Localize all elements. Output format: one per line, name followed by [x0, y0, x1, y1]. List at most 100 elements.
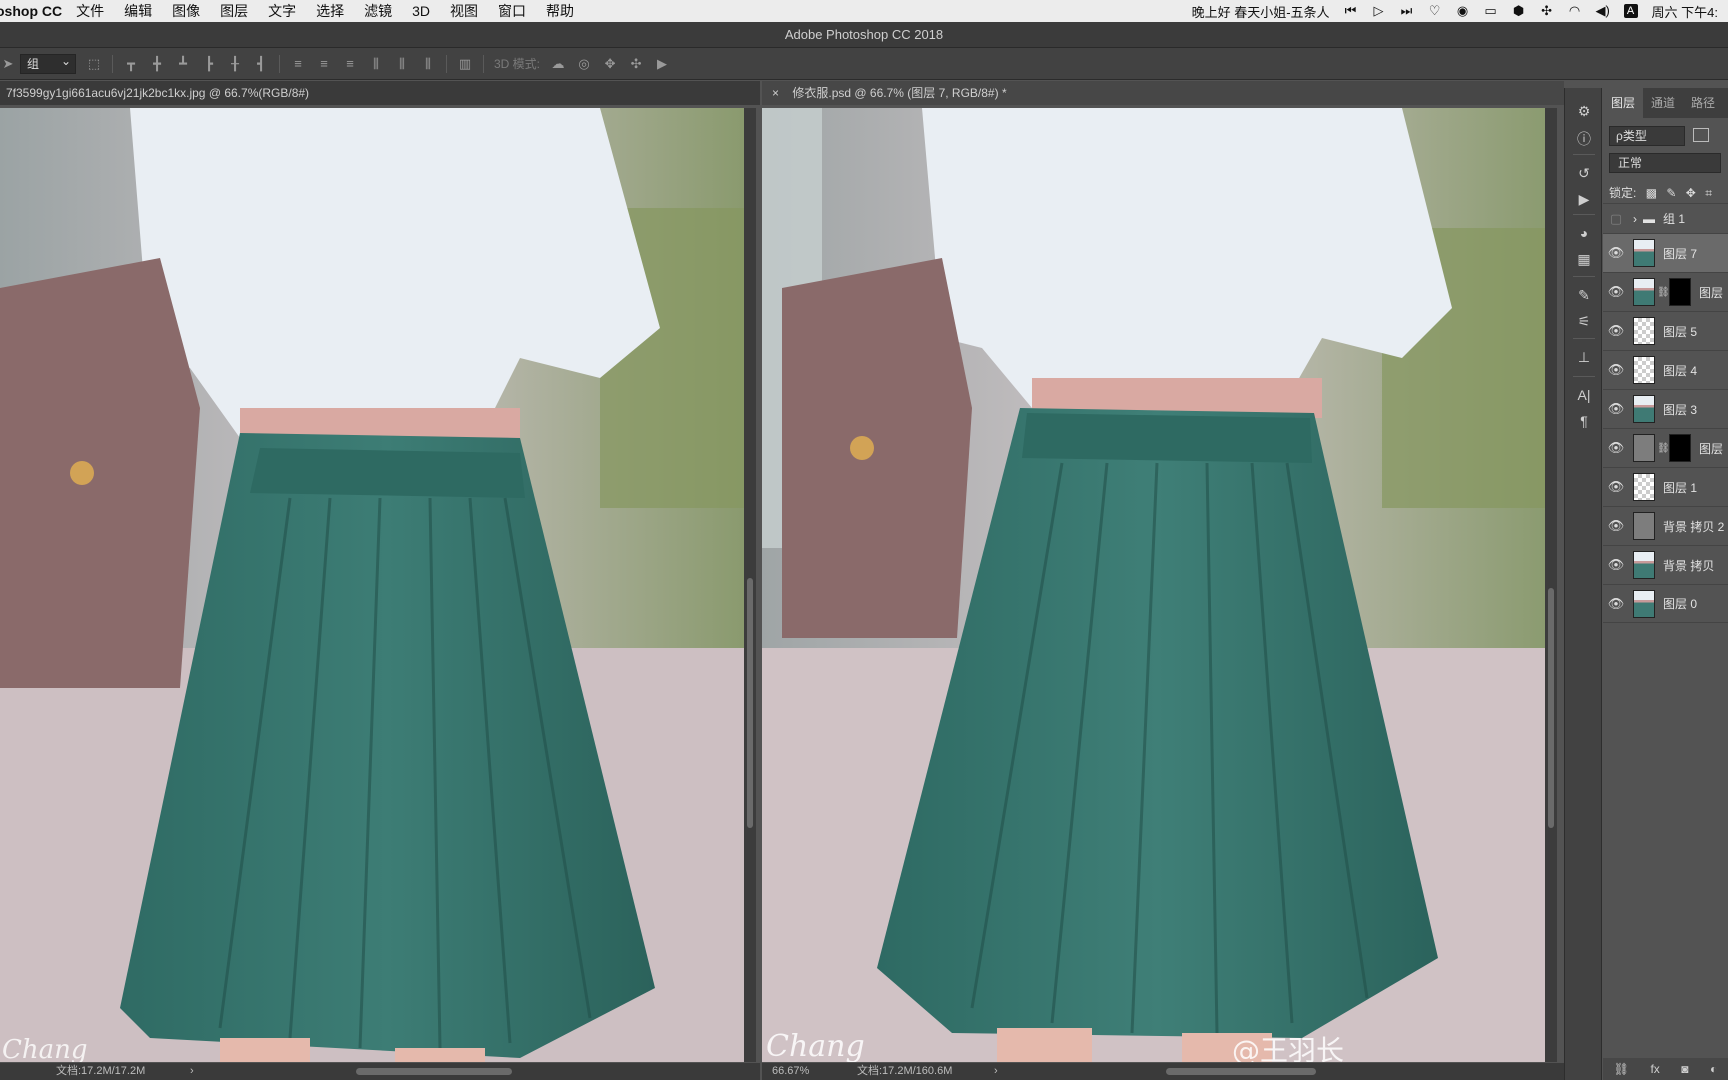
- character-icon[interactable]: A|: [1575, 386, 1593, 404]
- adjustment-layer-icon[interactable]: ◐: [1710, 1062, 1717, 1076]
- clock[interactable]: 周六 下午4:: [1652, 2, 1718, 21]
- properties-icon[interactable]: ⚙: [1575, 102, 1593, 120]
- align-hcenter-icon[interactable]: ╂: [227, 56, 243, 72]
- swatches-grid-icon[interactable]: ▦: [1575, 250, 1593, 268]
- zoom-level[interactable]: 66.67%: [772, 1063, 809, 1080]
- doc-tab-left[interactable]: 7f3599gy1gi661acu6vj21jk2bc1kx.jpg @ 66.…: [0, 81, 760, 105]
- lock-position-icon[interactable]: ✥: [1686, 186, 1696, 200]
- history-icon[interactable]: ↺: [1575, 164, 1593, 182]
- layer-row[interactable]: 👁 背景 拷贝 2: [1603, 506, 1728, 545]
- menu-help[interactable]: 帮助: [546, 1, 574, 21]
- app-menu[interactable]: oshop CC: [0, 3, 62, 19]
- image-filter-icon[interactable]: [1693, 128, 1709, 142]
- doc-tab-right[interactable]: × 修衣服.psd @ 66.7% (图层 7, RGB/8#) *: [762, 81, 1564, 105]
- layer-row[interactable]: 👁 图层 4: [1603, 350, 1728, 389]
- canvas-right[interactable]: Chang @王羽长: [762, 108, 1545, 1062]
- scrollbar-vertical-right[interactable]: [1545, 108, 1557, 1062]
- align-bottom-icon[interactable]: ┻: [175, 56, 191, 72]
- auto-align-icon[interactable]: ▥: [457, 56, 473, 72]
- chevron-right-icon[interactable]: ›: [1633, 212, 1637, 226]
- scrollbar-vertical-left[interactable]: [744, 108, 756, 1062]
- close-tab-icon[interactable]: ×: [772, 86, 779, 100]
- layer-row-group[interactable]: ▢ › ▬ 组 1: [1603, 203, 1728, 233]
- transform-controls-icon[interactable]: ⬚: [86, 56, 102, 72]
- scrollbar-thumb[interactable]: [747, 578, 753, 828]
- eye-icon[interactable]: 👁: [1603, 596, 1629, 612]
- menu-file[interactable]: 文件: [76, 1, 104, 21]
- 3d-orbit-icon[interactable]: ☁: [550, 56, 566, 72]
- 3d-slide-icon[interactable]: ✣: [628, 56, 644, 72]
- tab-paths[interactable]: 路径: [1683, 88, 1723, 118]
- music-app-icon[interactable]: ◉: [1456, 4, 1470, 18]
- distribute-hcenter-icon[interactable]: ⫼: [394, 56, 410, 72]
- menu-select[interactable]: 选择: [316, 1, 344, 21]
- network-icon[interactable]: ✣: [1540, 4, 1554, 18]
- clone-stamp-icon[interactable]: ⊥: [1575, 348, 1593, 366]
- eye-icon[interactable]: 👁: [1603, 479, 1629, 495]
- menu-filter[interactable]: 滤镜: [364, 1, 392, 21]
- blend-mode-dropdown[interactable]: 正常: [1609, 153, 1721, 173]
- distribute-right-icon[interactable]: ⫼: [420, 56, 436, 72]
- align-right-icon[interactable]: ┫: [253, 56, 269, 72]
- distribute-top-icon[interactable]: ≡: [290, 56, 306, 72]
- link-icon[interactable]: ⛓: [1657, 443, 1670, 454]
- lock-pixels-icon[interactable]: ✎: [1666, 186, 1676, 200]
- scrollbar-horizontal-thumb[interactable]: [1166, 1068, 1316, 1075]
- distribute-left-icon[interactable]: ⫼: [368, 56, 384, 72]
- layer-row[interactable]: 👁 图层 5: [1603, 311, 1728, 350]
- fx-icon[interactable]: fx: [1650, 1062, 1659, 1076]
- align-vcenter-icon[interactable]: ╋: [149, 56, 165, 72]
- layer-row[interactable]: 👁 图层 1: [1603, 467, 1728, 506]
- input-method-icon[interactable]: A: [1623, 4, 1638, 18]
- eye-icon[interactable]: 👁: [1603, 401, 1629, 417]
- shield-icon[interactable]: ⬢: [1512, 4, 1526, 18]
- 3d-roll-icon[interactable]: ◎: [576, 56, 592, 72]
- 3d-scale-icon[interactable]: ▶: [654, 56, 670, 72]
- lock-artboard-icon[interactable]: ⌗: [1705, 186, 1712, 200]
- paragraph-icon[interactable]: ¶: [1575, 412, 1593, 430]
- layer-row[interactable]: 👁 图层 3: [1603, 389, 1728, 428]
- eye-icon[interactable]: 👁: [1603, 284, 1629, 300]
- distribute-bottom-icon[interactable]: ≡: [342, 56, 358, 72]
- eye-icon[interactable]: 👁: [1603, 440, 1629, 456]
- menu-view[interactable]: 视图: [450, 1, 478, 21]
- 3d-pan-icon[interactable]: ✥: [602, 56, 618, 72]
- brush-settings-icon[interactable]: ⚟: [1575, 312, 1593, 330]
- previous-track-icon[interactable]: ⏮: [1344, 4, 1358, 18]
- menu-window[interactable]: 窗口: [498, 1, 526, 21]
- next-track-icon[interactable]: ⏭: [1400, 4, 1414, 18]
- layer-mask-thumbnail[interactable]: [1669, 434, 1691, 462]
- menu-type[interactable]: 文字: [268, 1, 296, 21]
- menu-3d[interactable]: 3D: [412, 3, 430, 19]
- volume-icon[interactable]: ◀): [1596, 4, 1610, 18]
- link-icon[interactable]: ⛓: [1657, 287, 1670, 298]
- tab-layers[interactable]: 图层: [1603, 88, 1644, 118]
- scrollbar-horizontal-thumb[interactable]: [356, 1068, 512, 1075]
- brush-icon[interactable]: ✎: [1575, 286, 1593, 304]
- actions-play-icon[interactable]: ▶: [1575, 190, 1593, 208]
- menu-layer[interactable]: 图层: [220, 1, 248, 21]
- layer-row[interactable]: 👁 背景 拷贝: [1603, 545, 1728, 584]
- layer-row[interactable]: 👁 图层 7: [1603, 233, 1728, 272]
- status-menu-arrow[interactable]: ›: [994, 1063, 998, 1080]
- scrollbar-thumb[interactable]: [1548, 588, 1554, 828]
- canvas-left[interactable]: Chang: [0, 108, 744, 1062]
- heart-icon[interactable]: ♡: [1428, 4, 1442, 18]
- align-left-icon[interactable]: ┣: [201, 56, 217, 72]
- menu-edit[interactable]: 编辑: [124, 1, 152, 21]
- eye-icon[interactable]: 👁: [1603, 323, 1629, 339]
- auto-select-dropdown[interactable]: 组: [20, 52, 76, 74]
- move-tool-icon[interactable]: ➤: [0, 56, 16, 72]
- layer-row[interactable]: 👁 ⛓ 图层: [1603, 272, 1728, 311]
- distribute-vcenter-icon[interactable]: ≡: [316, 56, 332, 72]
- link-layers-icon[interactable]: ⛓: [1614, 1062, 1629, 1076]
- layer-mask-thumbnail[interactable]: [1669, 278, 1691, 306]
- color-palette-icon[interactable]: ◕: [1575, 224, 1593, 242]
- battery-icon[interactable]: ▭: [1484, 4, 1498, 18]
- add-mask-icon[interactable]: ◙: [1681, 1062, 1688, 1076]
- info-icon[interactable]: ⓘ: [1575, 130, 1593, 148]
- lock-transparency-icon[interactable]: ▩: [1646, 186, 1657, 200]
- layer-filter-dropdown[interactable]: ρ类型: [1609, 126, 1685, 146]
- status-menu-arrow[interactable]: ›: [190, 1063, 194, 1080]
- eye-icon[interactable]: 👁: [1603, 557, 1629, 573]
